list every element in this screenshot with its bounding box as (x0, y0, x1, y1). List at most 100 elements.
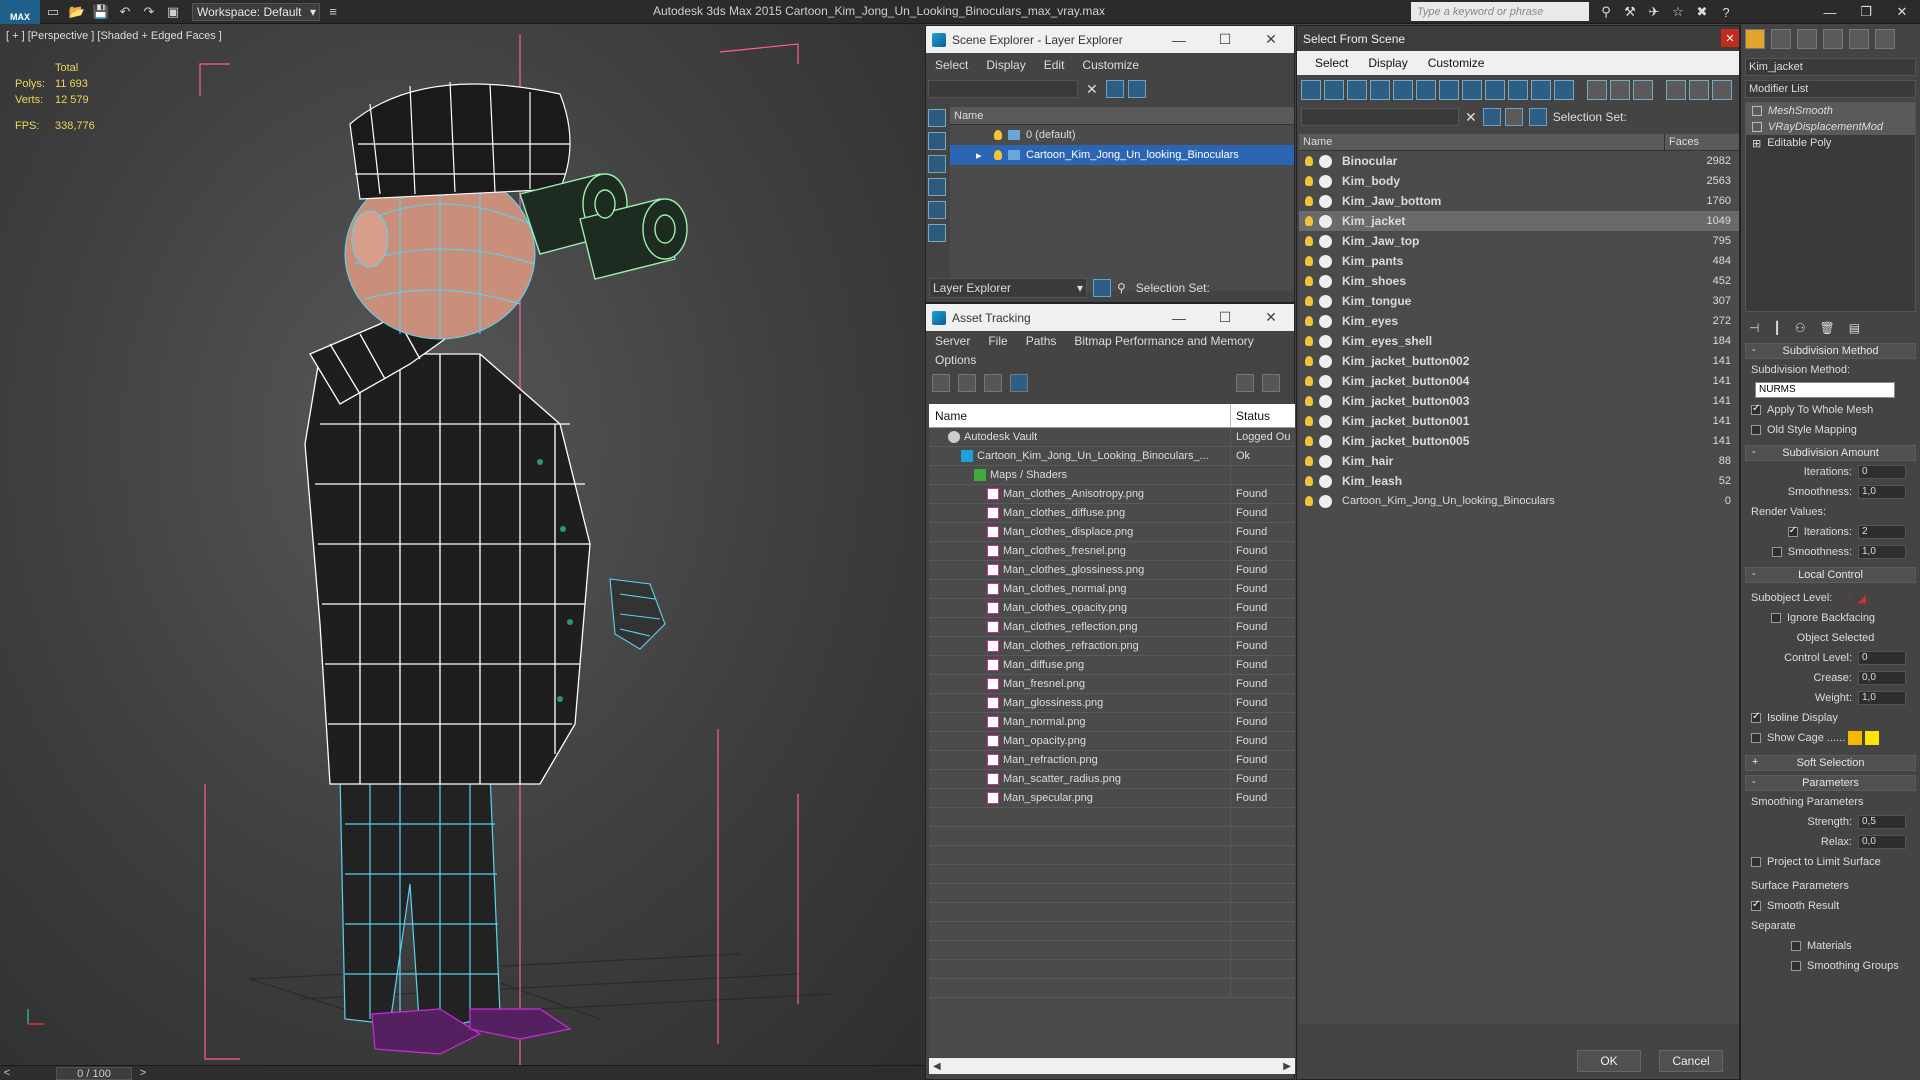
asset-horizontal-scrollbar[interactable]: ◀ ▶ (929, 1058, 1295, 1074)
help-icon[interactable] (1236, 374, 1254, 392)
column-options-icon[interactable] (1712, 80, 1732, 100)
shape-filter-icon[interactable] (1324, 80, 1344, 100)
light-bulb-icon[interactable] (1305, 256, 1313, 266)
crease-spinner[interactable]: 0,0 (1858, 671, 1906, 685)
light-bulb-icon[interactable] (994, 130, 1002, 140)
render-iterations-checkbox[interactable] (1787, 525, 1798, 537)
menu-select[interactable]: Select (926, 58, 977, 72)
select-from-scene-close-button[interactable]: ✕ (1721, 29, 1739, 47)
asset-row[interactable]: Cartoon_Kim_Jong_Un_Looking_Binoculars_.… (929, 447, 1295, 466)
light-bulb-icon[interactable] (1305, 416, 1313, 426)
eye-icon[interactable] (1752, 106, 1762, 116)
modifier-list-dropdown[interactable]: Modifier List (1745, 80, 1916, 98)
open-file-icon[interactable]: 📂 (66, 2, 88, 22)
weight-spinner[interactable]: 1,0 (1858, 691, 1906, 705)
project-icon[interactable]: ▣ (162, 2, 184, 22)
light-bulb-icon[interactable] (1305, 276, 1313, 286)
object-row[interactable]: Kim_jacket_button003 141 (1299, 391, 1739, 411)
layer-toggle-icon[interactable] (1093, 279, 1111, 297)
communication-icon[interactable]: ✈ (1642, 2, 1666, 22)
motion-tab-icon[interactable] (1823, 29, 1843, 49)
cancel-button[interactable]: Cancel (1659, 1050, 1723, 1072)
light-bulb-icon[interactable] (1305, 376, 1313, 386)
frozen-filter-icon[interactable] (1531, 80, 1551, 100)
settings-icon[interactable] (1262, 374, 1280, 392)
pin-stack-icon[interactable]: ⊣ (1749, 321, 1759, 335)
help-icon[interactable]: ? (1714, 2, 1738, 22)
stack-item-editable-poly[interactable]: ⊞ Editable Poly (1746, 135, 1915, 151)
restore-button[interactable]: ❐ (1848, 2, 1884, 22)
thumbnail-view-icon[interactable] (984, 374, 1002, 392)
light-bulb-icon[interactable] (1305, 456, 1313, 466)
asset-row[interactable]: Man_fresnel.png Found (929, 675, 1295, 694)
display-shapes-icon[interactable] (928, 132, 946, 150)
strength-spinner[interactable]: 0,5 (1858, 815, 1906, 829)
smoothness-spinner[interactable]: 1,0 (1858, 485, 1906, 499)
camera-filter-icon[interactable] (1370, 80, 1390, 100)
ignore-backfacing-checkbox[interactable] (1771, 613, 1781, 623)
ss-menu-select[interactable]: Select (1305, 56, 1358, 70)
menu-options[interactable]: Options (926, 353, 985, 367)
clear-search-icon[interactable]: ✕ (1465, 109, 1477, 126)
object-name-field[interactable]: Kim_jacket (1745, 58, 1916, 76)
object-row[interactable]: Kim_tongue 307 (1299, 291, 1739, 311)
table-view-icon[interactable] (1010, 374, 1028, 392)
asset-row[interactable]: Man_diffuse.png Found (929, 656, 1295, 675)
new-file-icon[interactable]: ▭ (42, 2, 64, 22)
vertex-level-icon[interactable]: ⁘ (1844, 592, 1853, 605)
perspective-viewport[interactable]: [ + ] [Perspective ] [Shaded + Edged Fac… (0, 24, 925, 1065)
asset-tracking-maximize-button[interactable]: ☐ (1202, 304, 1248, 331)
select-none-icon[interactable] (1610, 80, 1630, 100)
display-geometry-icon[interactable] (928, 109, 946, 127)
asset-row[interactable]: Man_clothes_opacity.png Found (929, 599, 1295, 618)
scene-explorer-maximize-button[interactable]: ☐ (1202, 26, 1248, 53)
object-row[interactable]: Kim_pants 484 (1299, 251, 1739, 271)
object-row[interactable]: Kim_Jaw_bottom 1760 (1299, 191, 1739, 211)
clear-search-icon[interactable]: ✕ (1086, 81, 1098, 98)
explorer-type-dropdown[interactable]: Layer Explorer ▾ (929, 278, 1087, 298)
asset-row[interactable]: Man_clothes_reflection.png Found (929, 618, 1295, 637)
create-tab-icon[interactable] (1745, 29, 1765, 49)
select-invert-icon[interactable] (1633, 80, 1653, 100)
xref-filter-icon[interactable] (1462, 80, 1482, 100)
viewport-label[interactable]: [ + ] [Perspective ] [Shaded + Edged Fac… (6, 30, 222, 42)
remove-modifier-icon[interactable]: 🗑 (1819, 321, 1834, 335)
undo-icon[interactable]: ↶ (114, 2, 136, 22)
asset-row[interactable]: Man_specular.png Found (929, 789, 1295, 808)
selection-set-icon[interactable] (1528, 108, 1547, 126)
object-row[interactable]: Kim_shoes 452 (1299, 271, 1739, 291)
object-row[interactable]: Kim_jacket_button004 141 (1299, 371, 1739, 391)
asset-tracking-titlebar[interactable]: Asset Tracking — ☐ ✕ (926, 304, 1294, 331)
light-bulb-icon[interactable] (1305, 236, 1313, 246)
menu-server[interactable]: Server (926, 334, 979, 348)
time-prev-button[interactable]: < (0, 1067, 14, 1079)
smoothing-groups-checkbox[interactable] (1791, 961, 1801, 971)
layer-list-header[interactable]: Name (950, 107, 1294, 125)
list-view-icon[interactable] (958, 374, 976, 392)
light-bulb-icon[interactable] (1305, 356, 1313, 366)
expand-arrow-icon[interactable]: ▸ (976, 149, 994, 162)
rollout-parameters[interactable]: - Parameters (1745, 775, 1916, 791)
binoculars-search-icon[interactable]: ⚲ (1594, 2, 1618, 22)
helper-filter-icon[interactable] (1393, 80, 1413, 100)
apply-whole-mesh-checkbox[interactable] (1751, 403, 1761, 415)
asset-col-status[interactable]: Status (1231, 404, 1295, 427)
display-helpers-icon[interactable] (928, 201, 946, 219)
display-cameras-icon[interactable] (928, 178, 946, 196)
object-row[interactable]: Kim_jacket_button002 141 (1299, 351, 1739, 371)
object-row[interactable]: Kim_jacket 1049 (1299, 211, 1739, 231)
filter-options-icon[interactable] (1127, 80, 1146, 98)
scene-explorer-titlebar[interactable]: Scene Explorer - Layer Explorer — ☐ ✕ (926, 26, 1294, 53)
asset-row[interactable]: Man_clothes_diffuse.png Found (929, 504, 1295, 523)
time-slider[interactable]: 0 / 100 (56, 1066, 132, 1080)
object-row[interactable]: Cartoon_Kim_Jong_Un_looking_Binoculars 0 (1299, 491, 1739, 511)
rollout-soft-selection[interactable]: + Soft Selection (1745, 755, 1916, 771)
make-unique-icon[interactable]: ⚇ (1795, 321, 1806, 335)
edge-level-icon[interactable]: ◢ (1858, 592, 1866, 605)
light-bulb-icon[interactable] (1305, 436, 1313, 446)
menu-display[interactable]: Display (977, 58, 1034, 72)
light-bulb-icon[interactable] (1305, 336, 1313, 346)
tools-icon[interactable]: ⚒ (1618, 2, 1642, 22)
light-bulb-icon[interactable] (1305, 176, 1313, 186)
light-filter-icon[interactable] (1347, 80, 1367, 100)
